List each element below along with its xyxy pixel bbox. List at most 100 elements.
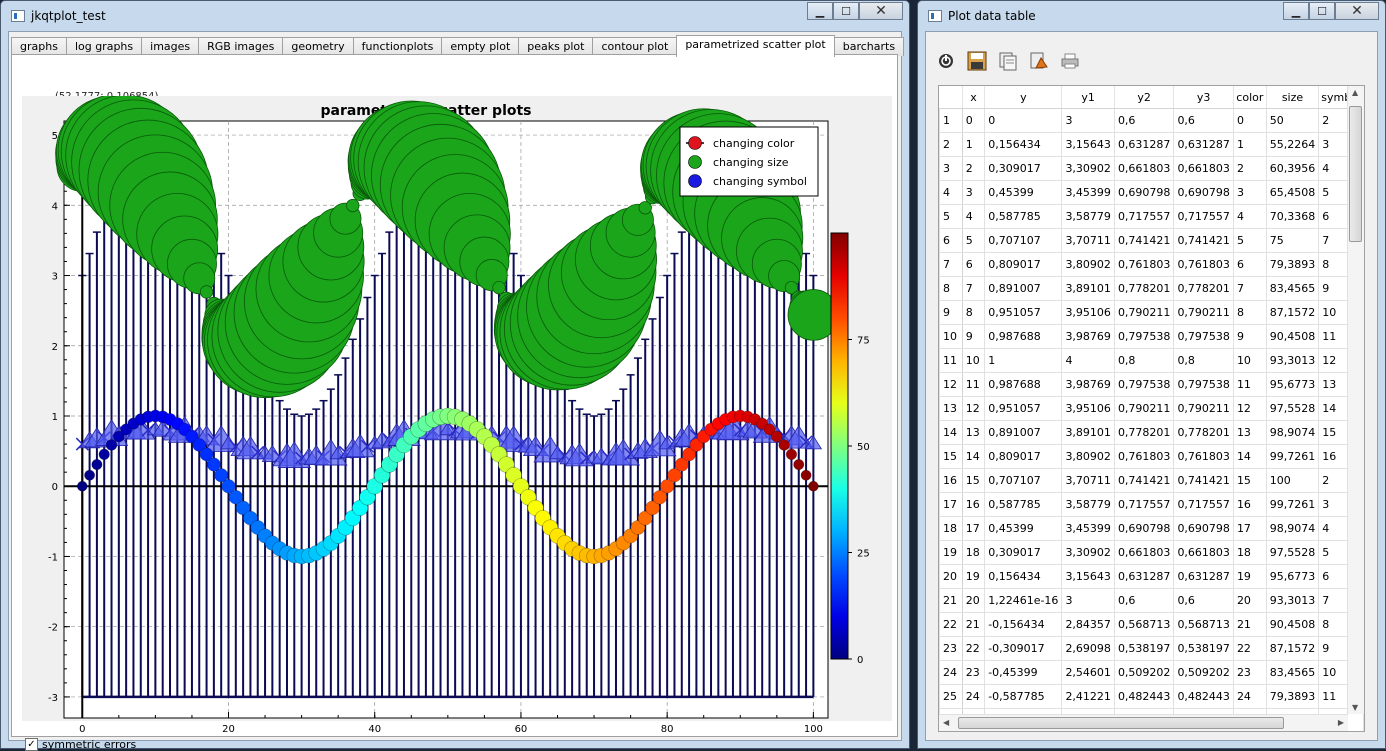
table-cell[interactable]: 15 (1232, 468, 1267, 493)
table-cell[interactable]: 0,951057 (984, 300, 1063, 325)
row-header[interactable]: 22 (939, 612, 963, 637)
table-cell[interactable]: 0,661803 (1173, 156, 1234, 181)
table-cell[interactable]: 0,891007 (984, 276, 1063, 301)
table-row[interactable]: 9 8 0,951057 3,95106 0,790211 0,790211 8 87,157… (939, 300, 1364, 325)
table-row[interactable]: 5 4 0,587785 3,58779 0,717557 0,717557 4 70,336… (939, 204, 1364, 229)
table-cell[interactable]: 3,70711 (1061, 228, 1115, 253)
table-cell[interactable]: 2,54601 (1061, 660, 1115, 685)
table-cell[interactable]: 0,156434 (984, 564, 1063, 589)
table-cell[interactable]: 0,587785 (984, 492, 1063, 517)
table-cell[interactable]: 90,4508 (1265, 612, 1320, 637)
column-header-size[interactable]: size (1266, 86, 1320, 109)
table-cell[interactable]: 2,84357 (1061, 612, 1115, 637)
table-cell[interactable]: 3,95106 (1061, 300, 1115, 325)
table-cell[interactable]: 2 (961, 156, 986, 181)
table-row[interactable]: 14 13 0,891007 3,89101 0,778201 0,778201 13 98,… (939, 420, 1364, 445)
table-row[interactable]: 19 18 0,309017 3,30902 0,661803 0,661803 18 97,… (939, 540, 1364, 565)
table-cell[interactable]: 19 (961, 564, 986, 589)
column-header-y1[interactable]: y1 (1061, 86, 1115, 109)
table-cell[interactable]: 0,6 (1113, 108, 1175, 133)
table-cell[interactable]: 0,717557 (1173, 204, 1234, 229)
table-cell[interactable]: 83,4565 (1265, 276, 1320, 301)
table-cell[interactable]: 87,1572 (1265, 300, 1320, 325)
table-cell[interactable]: 18 (961, 540, 986, 565)
table-cell[interactable]: 0,690798 (1113, 180, 1175, 205)
table-cell[interactable]: 0,741421 (1113, 468, 1175, 493)
table-cell[interactable]: 1 (961, 132, 986, 157)
row-header[interactable]: 15 (939, 444, 963, 469)
table-cell[interactable]: -0,45399 (984, 660, 1063, 685)
table-maximize-button[interactable]: ☐ (1309, 2, 1335, 20)
table-cell[interactable]: 16 (1232, 492, 1267, 517)
table-cell[interactable]: 93,3013 (1265, 588, 1320, 613)
scroll-right-icon[interactable]: ▶ (1338, 718, 1344, 727)
table-cell[interactable]: 1,22461e-16 (984, 588, 1063, 613)
table-cell[interactable]: 0,661803 (1113, 156, 1175, 181)
plot-canvas[interactable]: parametrized scatter plots0 20 40 60 80 100-3… (22, 96, 892, 736)
column-header-y[interactable]: y (984, 86, 1063, 109)
table-cell[interactable]: 0,8 (1173, 348, 1234, 373)
table-row[interactable]: 11 10 1 4 0,8 0,8 10 93,3013 12 (939, 348, 1364, 373)
table-cell[interactable]: 24 (1232, 684, 1267, 709)
table-cell[interactable]: 3,30902 (1061, 156, 1115, 181)
table-cell[interactable]: 17 (961, 516, 986, 541)
table-titlebar[interactable]: Plot data table ▁ ☐ ✕ (918, 1, 1385, 31)
row-header[interactable]: 12 (939, 372, 963, 397)
table-cell[interactable]: 14 (961, 444, 986, 469)
table-cell[interactable]: 0,509202 (1113, 660, 1175, 685)
table-cell[interactable]: 65,4508 (1265, 180, 1320, 205)
table-cell[interactable]: 0,482443 (1173, 684, 1234, 709)
data-table[interactable]: x y y1 y2 y3 color size symbol 1 0 0 3 0,6 0,6 0 50 2 2 1… (938, 85, 1365, 732)
table-cell[interactable]: 75 (1265, 228, 1320, 253)
table-cell[interactable]: 20 (961, 588, 986, 613)
table-cell[interactable]: 99,7261 (1265, 492, 1320, 517)
table-cell[interactable]: 23 (1232, 660, 1267, 685)
table-cell[interactable]: 9 (1232, 324, 1267, 349)
row-header[interactable]: 5 (939, 204, 963, 229)
row-header[interactable]: 18 (939, 516, 963, 541)
table-row[interactable]: 3 2 0,309017 3,30902 0,661803 0,661803 2 60,395… (939, 156, 1364, 181)
row-header[interactable]: 23 (939, 636, 963, 661)
table-cell[interactable]: 0,891007 (984, 420, 1063, 445)
table-cell[interactable]: 23 (961, 660, 986, 685)
horizontal-scroll-thumb[interactable] (958, 717, 1284, 729)
table-cell[interactable]: 0,661803 (1173, 540, 1234, 565)
table-cell[interactable]: 0,707107 (984, 228, 1063, 253)
table-cell[interactable]: 55,2264 (1265, 132, 1320, 157)
table-cell[interactable]: 0,717557 (1113, 492, 1175, 517)
table-cell[interactable]: 0,631287 (1113, 132, 1175, 157)
table-cell[interactable]: 6 (1232, 252, 1267, 277)
table-row[interactable]: 16 15 0,707107 3,70711 0,741421 0,741421 15 100… (939, 468, 1364, 493)
table-cell[interactable]: 12 (1232, 396, 1267, 421)
table-row[interactable]: 17 16 0,587785 3,58779 0,717557 0,717557 16 99,… (939, 492, 1364, 517)
table-cell[interactable]: 0,790211 (1113, 300, 1175, 325)
table-cell[interactable]: 9 (961, 324, 986, 349)
table-cell[interactable]: 5 (961, 228, 986, 253)
table-cell[interactable]: 0,690798 (1173, 516, 1234, 541)
table-cell[interactable]: 0,761803 (1173, 444, 1234, 469)
table-cell[interactable]: 87,1572 (1265, 636, 1320, 661)
table-cell[interactable]: 0,717557 (1113, 204, 1175, 229)
scroll-up-icon[interactable]: ▲ (1352, 88, 1358, 97)
table-cell[interactable]: 0,45399 (984, 180, 1063, 205)
table-cell[interactable]: 0,661803 (1113, 540, 1175, 565)
table-row[interactable]: 10 9 0,987688 3,98769 0,797538 0,797538 9 90,45… (939, 324, 1364, 349)
table-cell[interactable]: 1 (1232, 132, 1267, 157)
table-row[interactable]: 18 17 0,45399 3,45399 0,690798 0,690798 17 98,9… (939, 516, 1364, 541)
table-cell[interactable]: 3,89101 (1061, 276, 1115, 301)
table-cell[interactable]: 3,30902 (1061, 540, 1115, 565)
table-row[interactable]: 6 5 0,707107 3,70711 0,741421 0,741421 5 75 7 (939, 228, 1364, 253)
table-row[interactable]: 15 14 0,809017 3,80902 0,761803 0,761803 14 99,… (939, 444, 1364, 469)
row-header[interactable]: 1 (939, 108, 963, 133)
table-cell[interactable]: 70,3368 (1265, 204, 1320, 229)
table-cell[interactable]: 90,4508 (1265, 324, 1320, 349)
minimize-button[interactable]: ▁ (807, 2, 833, 20)
table-cell[interactable]: 16 (961, 492, 986, 517)
table-cell[interactable]: 15 (961, 468, 986, 493)
table-cell[interactable]: 3,80902 (1061, 444, 1115, 469)
row-header[interactable]: 7 (939, 252, 963, 277)
table-cell[interactable]: 0,538197 (1173, 636, 1234, 661)
table-cell[interactable]: -0,587785 (984, 684, 1063, 709)
table-cell[interactable]: 7 (1232, 276, 1267, 301)
row-header[interactable]: 8 (939, 276, 963, 301)
